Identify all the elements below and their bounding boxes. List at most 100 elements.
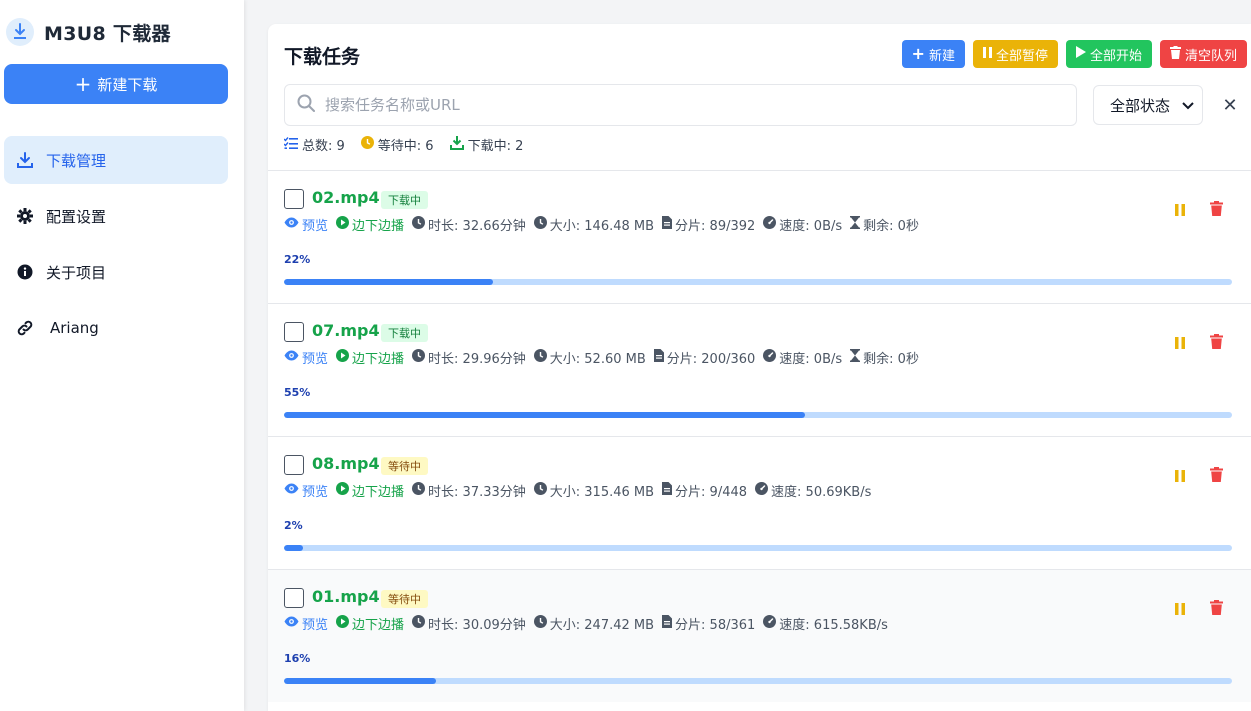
- segments-text: 分片: 200/360: [666, 352, 756, 367]
- clear-filter-button[interactable]: ✕: [1221, 92, 1239, 118]
- stream-play-link[interactable]: 边下边播: [336, 348, 404, 367]
- file-icon: [662, 615, 673, 632]
- clock-icon: [412, 349, 426, 366]
- task-checkbox[interactable]: [284, 455, 304, 475]
- stat-total-text: 总数: 9: [302, 139, 345, 154]
- task-meta: 预览 边下边播 时长: 32.66分钟 大小: 146.48 MB 分片: 89…: [284, 215, 919, 234]
- toolbar: + 新建 全部暂停 全部开始 清空队列: [901, 40, 1247, 68]
- progress-fill: [284, 678, 436, 684]
- pause-task-button[interactable]: [1171, 334, 1189, 352]
- sidebar-item-label: 下载管理: [46, 151, 107, 170]
- pause-all-label: 全部暂停: [995, 48, 1048, 64]
- stream-play-link[interactable]: 边下边播: [336, 215, 404, 234]
- pause-task-button[interactable]: [1171, 600, 1189, 618]
- plus-icon: +: [911, 44, 925, 63]
- duration-text: 时长: 30.09分钟: [428, 618, 526, 633]
- new-download-label: 新建下载: [97, 75, 158, 94]
- clock-icon: [360, 136, 374, 153]
- clock-icon: [412, 615, 426, 632]
- status-badge: 下载中: [381, 324, 428, 342]
- hourglass-icon: [850, 349, 861, 366]
- stream-play-link[interactable]: 边下边播: [336, 481, 404, 500]
- status-badge: 等待中: [381, 457, 428, 475]
- preview-link[interactable]: 预览: [284, 215, 328, 234]
- progress-fill: [284, 279, 493, 285]
- app-logo-icon: [6, 18, 34, 46]
- segments-text: 分片: 58/361: [675, 618, 756, 633]
- preview-label: 预览: [302, 618, 329, 633]
- gauge-icon: [763, 349, 777, 366]
- progress-percent: 22%: [284, 253, 311, 266]
- start-all-button[interactable]: 全部开始: [1065, 40, 1152, 68]
- link-icon: [16, 319, 34, 337]
- preview-label: 预览: [302, 219, 329, 234]
- task-meta: 预览 边下边播 时长: 37.33分钟 大小: 315.46 MB 分片: 9/…: [284, 481, 871, 500]
- task-item: 08.mp4 等待中 预览 边下边播 时长: 37.33分钟 大小: 315.4…: [268, 436, 1251, 569]
- preview-link[interactable]: 预览: [284, 614, 328, 633]
- stat-waiting: 等待中: 6: [360, 135, 434, 154]
- progress-percent: 16%: [284, 652, 311, 665]
- chevron-down-icon: [1182, 96, 1194, 114]
- delete-task-button[interactable]: [1207, 200, 1225, 219]
- speed-info: 速度: 0B/s: [763, 348, 842, 367]
- segments-info: 分片: 89/392: [662, 215, 755, 234]
- file-icon: [662, 216, 673, 233]
- hourglass-icon: [850, 216, 861, 233]
- duration-text: 时长: 29.96分钟: [428, 352, 526, 367]
- stream-play-link[interactable]: 边下边播: [336, 614, 404, 633]
- task-meta: 预览 边下边播 时长: 29.96分钟 大小: 52.60 MB 分片: 200…: [284, 348, 919, 367]
- progress-fill: [284, 412, 806, 418]
- list-check-icon: [283, 136, 298, 153]
- pause-task-button[interactable]: [1171, 467, 1189, 485]
- sidebar-item-download-manager[interactable]: 下载管理: [4, 136, 228, 184]
- app-title: M3U8 下载器: [44, 22, 171, 45]
- start-all-label: 全部开始: [1089, 48, 1142, 64]
- remaining-text: 剩余: 0秒: [863, 219, 919, 234]
- size-text: 大小: 247.42 MB: [549, 618, 655, 633]
- speed-text: 速度: 615.58KB/s: [779, 618, 888, 633]
- task-name: 01.mp4: [312, 587, 380, 606]
- segments-info: 分片: 58/361: [662, 614, 755, 633]
- pause-all-button[interactable]: 全部暂停: [972, 40, 1058, 68]
- delete-task-button[interactable]: [1207, 599, 1225, 618]
- sidebar-item-label: 关于项目: [46, 263, 107, 282]
- duration-text: 时长: 32.66分钟: [428, 219, 526, 234]
- delete-task-button[interactable]: [1207, 466, 1225, 485]
- size-info: 大小: 247.42 MB: [533, 614, 655, 633]
- sidebar-item-ariang[interactable]: Ariang: [4, 304, 228, 352]
- sidebar-item-about[interactable]: 关于项目: [4, 248, 228, 296]
- search-box[interactable]: [284, 84, 1077, 126]
- speed-info: 速度: 615.58KB/s: [763, 614, 888, 633]
- clock-icon: [533, 216, 547, 233]
- preview-label: 预览: [302, 485, 329, 500]
- delete-task-button[interactable]: [1207, 333, 1225, 352]
- task-item: 02.mp4 下载中 预览 边下边播 时长: 32.66分钟 大小: 146.4…: [268, 170, 1251, 303]
- page-title: 下载任务: [284, 46, 361, 68]
- progress-bar: [284, 279, 1232, 285]
- task-checkbox[interactable]: [284, 588, 304, 608]
- progress-percent: 2%: [284, 519, 303, 532]
- task-checkbox[interactable]: [284, 322, 304, 342]
- status-badge: 等待中: [381, 590, 428, 608]
- search-input[interactable]: [325, 96, 1045, 114]
- new-download-button[interactable]: + 新建下载: [4, 64, 228, 104]
- size-info: 大小: 146.48 MB: [533, 215, 654, 234]
- progress-fill: [284, 545, 303, 551]
- new-task-label: 新建: [928, 48, 955, 64]
- plus-icon: +: [74, 72, 92, 96]
- preview-link[interactable]: 预览: [284, 348, 328, 367]
- status-filter-select[interactable]: 全部状态: [1093, 85, 1203, 125]
- task-name: 07.mp4: [312, 321, 380, 340]
- task-checkbox[interactable]: [284, 189, 304, 209]
- file-icon: [662, 482, 673, 499]
- clear-queue-button[interactable]: 清空队列: [1159, 40, 1247, 68]
- pause-task-button[interactable]: [1171, 201, 1189, 219]
- new-task-button[interactable]: + 新建: [901, 40, 965, 68]
- duration-info: 时长: 29.96分钟: [412, 348, 526, 367]
- remaining-info: 剩余: 0秒: [850, 215, 919, 234]
- file-icon: [653, 349, 664, 366]
- sidebar-item-settings[interactable]: 配置设置: [4, 192, 228, 240]
- stat-downloading: 下载中: 2: [449, 135, 523, 154]
- preview-link[interactable]: 预览: [284, 481, 328, 500]
- task-list: 02.mp4 下载中 预览 边下边播 时长: 32.66分钟 大小: 146.4…: [268, 170, 1251, 702]
